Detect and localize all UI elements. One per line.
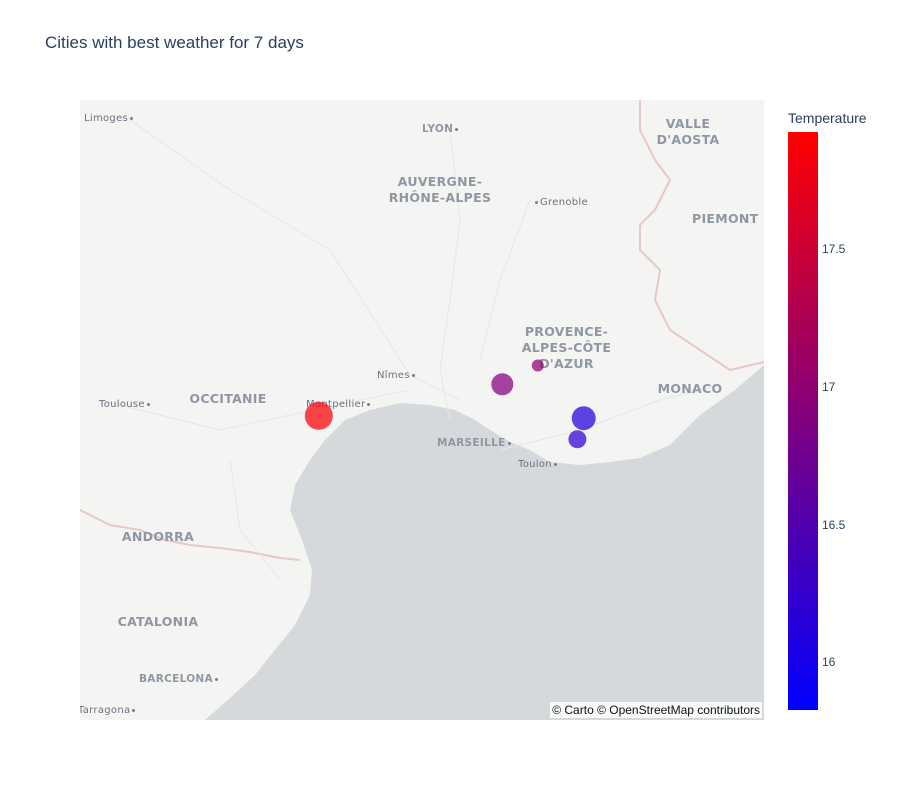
city-marker[interactable] <box>571 406 596 431</box>
city-marker[interactable] <box>304 401 333 430</box>
map-attribution[interactable]: © Carto © OpenStreetMap contributors <box>550 702 762 718</box>
colorbar-tick-label: 16.5 <box>822 517 846 532</box>
marker-layer <box>304 359 596 449</box>
city-marker[interactable] <box>491 373 514 396</box>
map-area[interactable]: AUVERGNE- RHÔNE-ALPES PROVENCE- ALPES-CÔ… <box>80 100 764 720</box>
chart-title: Cities with best weather for 7 days <box>45 33 304 52</box>
colorbar-title: Temperature <box>788 110 867 126</box>
city-marker[interactable] <box>531 359 544 372</box>
colorbar-tick-label: 17 <box>822 379 836 394</box>
colorbar-tick-label: 16 <box>822 655 836 670</box>
city-marker[interactable] <box>568 430 587 449</box>
colorbar-tick-label: 17.5 <box>822 242 846 257</box>
colorbar <box>788 132 818 710</box>
